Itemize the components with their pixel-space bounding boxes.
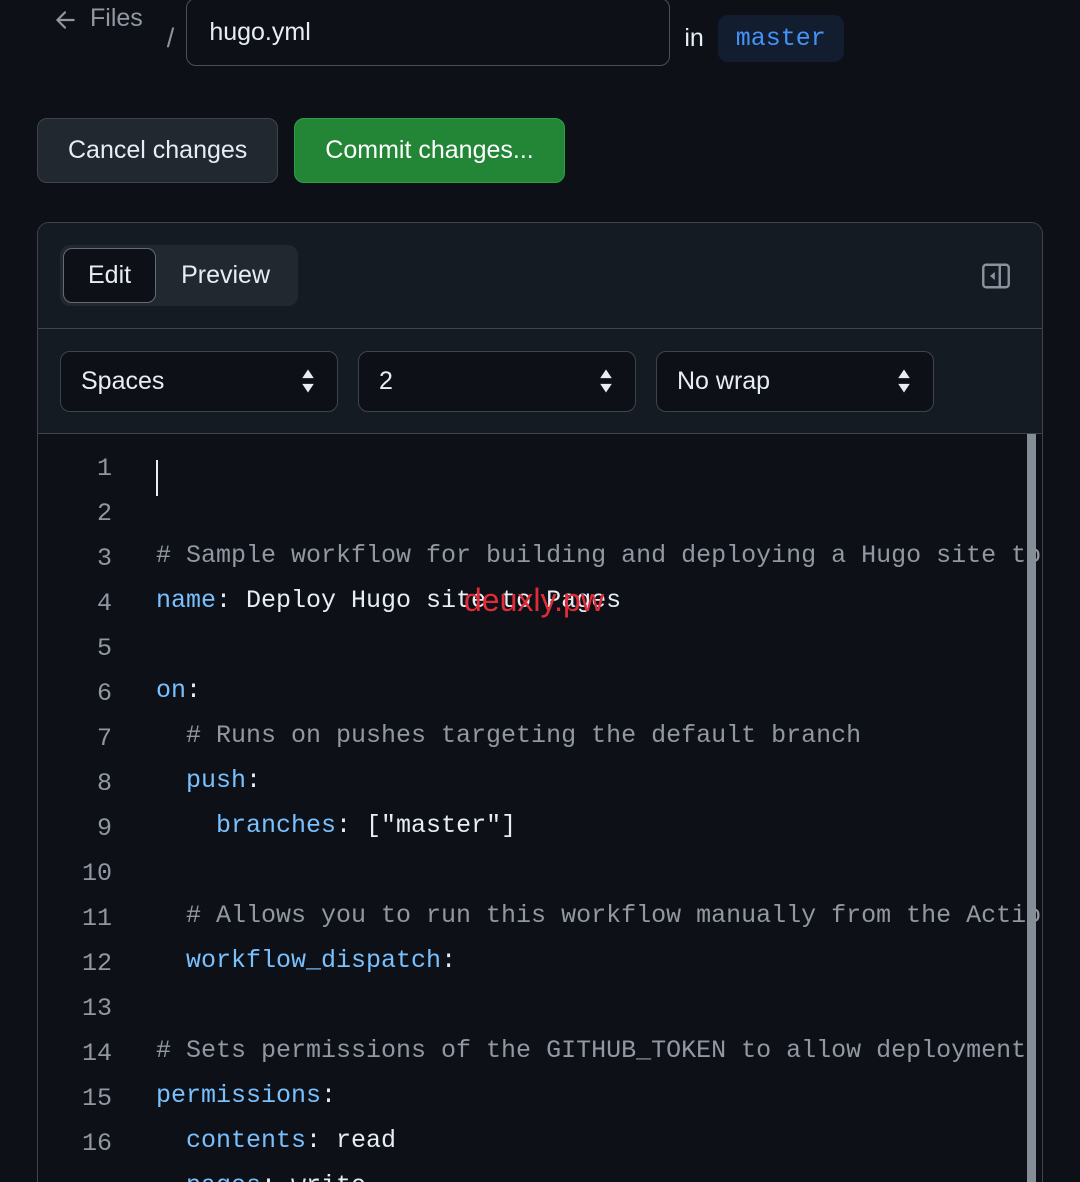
tab-preview[interactable]: Preview [156, 248, 295, 303]
code-line: branches: ["master"] [156, 803, 1042, 848]
line-number: 6 [96, 679, 112, 708]
code-token: : [186, 676, 202, 705]
arrow-left-icon [52, 7, 78, 33]
cancel-changes-button[interactable]: Cancel changes [37, 118, 279, 183]
line-number: 4 [96, 589, 112, 618]
line-number: 10 [81, 859, 112, 888]
line-number: 8 [96, 769, 112, 798]
code-line: on: [156, 668, 1042, 713]
line-number: 2 [96, 499, 112, 528]
code-token: contents [186, 1126, 307, 1155]
code-line: # Runs on pushes targeting the default b… [156, 713, 1042, 758]
editor-panel: Edit Preview Spaces 2 No wrap 1 2 3 4 5 … [37, 222, 1043, 1182]
line-number: 16 [81, 1129, 112, 1158]
code-token: : [246, 766, 262, 795]
code-line: push: [156, 758, 1042, 803]
branch-badge: master [717, 14, 844, 62]
code-token: push [186, 766, 247, 795]
tab-edit[interactable]: Edit [63, 248, 157, 303]
sidebar-collapse-icon[interactable] [972, 252, 1020, 300]
path-separator: / [166, 22, 175, 53]
editor-settings-row: Spaces 2 No wrap [38, 329, 1042, 434]
indent-type-value: Spaces [81, 366, 165, 395]
code-token: pages [186, 1171, 261, 1182]
commit-changes-button[interactable]: Commit changes... [294, 118, 565, 183]
code-token: workflow_dispatch [186, 946, 442, 975]
code-line: pages: write [156, 1163, 1042, 1182]
line-number: 7 [96, 724, 112, 753]
file-header-row: Files / in master [0, 0, 1080, 92]
code-content[interactable]: # Sample workflow for building and deplo… [118, 446, 1042, 1182]
line-number: 12 [81, 949, 112, 978]
code-token: # Sample workflow for building and deplo… [156, 541, 1041, 570]
line-number: 15 [81, 1084, 112, 1113]
code-token: : [441, 946, 457, 975]
code-line: name: Deploy Hugo site to Pages [156, 578, 1042, 623]
code-line: contents: read [156, 1118, 1042, 1163]
filename-input[interactable] [186, 0, 671, 66]
line-number: 5 [96, 634, 112, 663]
code-token: : write [261, 1171, 366, 1182]
code-token: : read [306, 1126, 397, 1155]
code-token: : [321, 1081, 337, 1110]
code-token: : Deploy Hugo site to Pages [216, 586, 622, 615]
line-number: 14 [81, 1039, 112, 1068]
code-line: workflow_dispatch: [156, 938, 1042, 983]
code-token: permissions [156, 1081, 322, 1110]
indent-type-select[interactable]: Spaces [60, 350, 338, 412]
code-line: # Allows you to run this workflow manual… [156, 893, 1042, 938]
wrap-mode-value: No wrap [677, 366, 771, 395]
wrap-mode-select[interactable]: No wrap [656, 350, 934, 412]
code-token: : ["master"] [336, 811, 517, 840]
indent-size-select[interactable]: 2 [358, 350, 636, 412]
line-number: 9 [96, 814, 112, 843]
line-number-gutter: 1 2 3 4 5 6 7 8 9 10 11 12 13 14 15 16 [38, 446, 118, 1182]
code-line: # Sets permissions of the GITHUB_TOKEN t… [156, 1028, 1042, 1073]
code-token: # Sets permissions of the GITHUB_TOKEN t… [156, 1036, 1042, 1065]
edit-file-page: Files / in master Cancel changes Commit … [0, 0, 1080, 1182]
chevron-updown-icon [597, 368, 615, 394]
code-line: permissions: [156, 1073, 1042, 1118]
chevron-updown-icon [895, 368, 913, 394]
code-inner: 1 2 3 4 5 6 7 8 9 10 11 12 13 14 15 16 # Sample workflo… [38, 434, 1042, 1182]
code-token: # Allows you to run this workflow manual… [156, 901, 1042, 930]
line-number: 11 [81, 904, 112, 933]
code-token: name [156, 586, 217, 615]
editor-panel-header: Edit Preview [38, 223, 1042, 329]
action-buttons: Cancel changes Commit changes... [37, 118, 565, 183]
chevron-updown-icon [299, 368, 317, 394]
indent-size-value: 2 [379, 366, 393, 395]
code-token: # Runs on pushes targeting the default b… [156, 721, 862, 750]
code-token: branches [216, 811, 337, 840]
line-number: 13 [81, 994, 112, 1023]
back-to-files-link[interactable]: Files [52, 4, 143, 33]
edit-preview-tabs: Edit Preview [60, 245, 299, 306]
code-token: on [156, 676, 187, 705]
file-path-group: / in master [167, 0, 844, 66]
back-to-files-label: Files [90, 4, 143, 32]
code-editor-area[interactable]: 1 2 3 4 5 6 7 8 9 10 11 12 13 14 15 16 # Sample workflo… [38, 434, 1042, 1182]
in-label: in [684, 23, 704, 52]
vertical-scrollbar[interactable] [1027, 434, 1036, 1182]
text-caret [156, 460, 158, 496]
line-number: 3 [96, 544, 112, 573]
line-number: 1 [96, 454, 112, 483]
code-line: # Sample workflow for building and deplo… [156, 533, 1042, 578]
